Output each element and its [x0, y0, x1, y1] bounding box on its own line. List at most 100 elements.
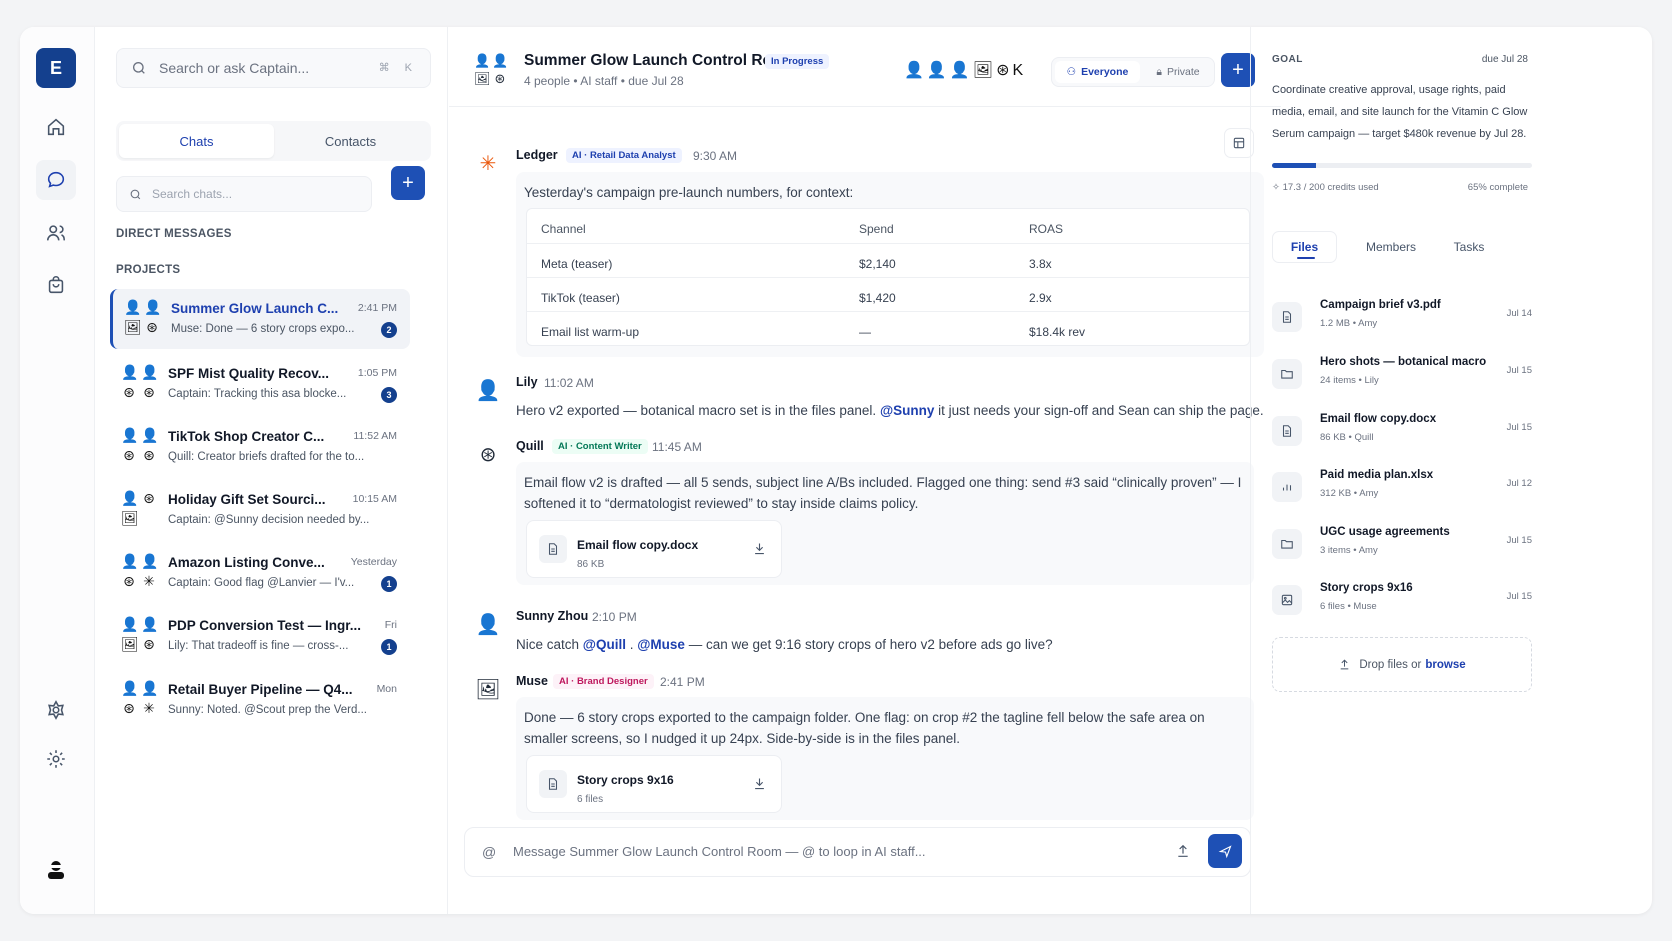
file-attachment[interactable]: Email flow copy.docx 86 KB	[526, 520, 782, 578]
mention-link[interactable]: @Muse	[637, 637, 685, 652]
download-icon[interactable]	[752, 776, 767, 797]
chat-title: TikTok Shop Creator C...	[168, 429, 325, 444]
message-composer[interactable]: @ Message Summer Glow Launch Control Roo…	[464, 827, 1251, 877]
avatar: 🖼	[121, 510, 139, 526]
file-list-item[interactable]: Email flow copy.docx 86 KB • Quill Jul 15	[1272, 412, 1532, 452]
file-name: Email flow copy.docx	[1320, 413, 1437, 425]
visibility-everyone[interactable]: ⚇ Everyone	[1055, 61, 1140, 83]
message-text-part: — can we get 9:16 story crops of hero v2…	[688, 637, 1053, 652]
chat-list-item[interactable]: 👤 👤 🖼 ⊛ Summer Glow Launch C... 2:41 PM Muse: …	[110, 289, 410, 349]
openai-icon[interactable]	[36, 690, 76, 730]
progress-fill	[1272, 163, 1317, 168]
chat-list-item[interactable]: 👤 👤 ⊛ ⊛ TikTok Shop Creator C... 11:52 AM Quil…	[110, 417, 410, 477]
home-icon[interactable]	[36, 107, 76, 147]
lock-icon: 🔒︎	[1156, 65, 1162, 78]
message-bubble: Email flow v2 is drafted — all 5 sends, …	[516, 462, 1254, 585]
file-list-item[interactable]: Story crops 9x16 6 files • Muse Jul 15	[1272, 581, 1532, 621]
tab-members[interactable]: Members	[1350, 231, 1432, 263]
col-header: Channel	[541, 222, 586, 236]
file-name: Story crops 9x16	[577, 773, 674, 787]
image-icon: 🖼	[475, 678, 501, 701]
dropzone-text: Drop files or	[1359, 658, 1422, 671]
bag-icon[interactable]	[36, 265, 76, 305]
visibility-private[interactable]: 🔒︎ Private	[1144, 61, 1212, 83]
file-date: Jul 15	[1506, 422, 1532, 433]
member-avatars[interactable]: 👤👤👤🖼⊛K	[904, 60, 1026, 80]
file-list-item[interactable]: Campaign brief v3.pdf 1.2 MB • Amy Jul 14	[1272, 298, 1532, 338]
file-date: Jul 15	[1506, 591, 1532, 602]
goal-text: Coordinate creative approval, usage righ…	[1272, 84, 1528, 140]
tab-files[interactable]: Files	[1272, 231, 1337, 263]
file-list-item[interactable]: UGC usage agreements 3 items • Amy Jul 15	[1272, 525, 1532, 565]
mention-link[interactable]: @Quill	[583, 637, 626, 652]
gear-icon[interactable]	[36, 739, 76, 779]
tab-tasks[interactable]: Tasks	[1444, 231, 1494, 263]
chat-header: 👤 👤 🖼 ⊛ Summer Glow Launch Control Room In …	[449, 27, 1281, 107]
table-cell: $2,140	[859, 257, 896, 271]
search-icon	[133, 61, 145, 74]
search-chats-input[interactable]: Search chats...	[116, 176, 372, 212]
file-name: Paid media plan.xlsx	[1320, 469, 1434, 481]
avatar: ⊛	[123, 573, 135, 589]
avatar: 👤	[121, 427, 139, 443]
chat-list-item[interactable]: 👤 👤 ⊛ ⊛ SPF Mist Quality Recov... 1:05 PM Capt…	[110, 354, 410, 414]
chat-list-item[interactable]: 👤 ⊛ 🖼 Holiday Gift Set Sourci... 10:15 AM Cap…	[110, 480, 410, 540]
layout-icon	[1233, 137, 1245, 149]
unread-badge: 3	[381, 387, 397, 403]
sunny-avatar: 👤	[475, 613, 501, 636]
doc-icon	[539, 770, 567, 798]
upload-icon[interactable]	[1175, 843, 1191, 864]
message-time: 11:45 AM	[652, 440, 702, 454]
chat-avatar-group: 👤 👤 ⊛ ✳	[121, 680, 159, 718]
file-meta: 24 items • Lily	[1320, 375, 1379, 386]
chat-icon[interactable]	[36, 160, 76, 200]
send-button[interactable]	[1208, 834, 1242, 868]
sender-name: Quill	[516, 439, 544, 453]
chat-title: PDP Conversion Test — Ingr...	[168, 618, 362, 633]
message-text: Done — 6 story crops exported to the cam…	[524, 710, 1205, 746]
folder-icon	[1272, 529, 1302, 559]
table-cell: 3.8x	[1029, 257, 1052, 271]
download-icon[interactable]	[752, 541, 767, 562]
avatar: 👤	[141, 616, 159, 632]
file-list-item[interactable]: Paid media plan.xlsx 312 KB • Amy Jul 12	[1272, 468, 1532, 508]
tab-chats[interactable]: Chats	[119, 124, 274, 158]
file-size: 86 KB	[577, 559, 605, 570]
message-text: Nice catch @Quill . @Muse — can we get 9…	[516, 634, 1053, 655]
app-window: E Search or ask Captain... ⌘ K Chats Con…	[20, 27, 1652, 914]
col-header: ROAS	[1029, 222, 1064, 236]
avatar: ⊛	[143, 636, 155, 652]
upload-icon	[1341, 659, 1349, 670]
tab-contacts[interactable]: Contacts	[273, 124, 428, 158]
avatar: ⊛	[123, 700, 135, 716]
details-tabs: Files Members Tasks	[1272, 231, 1532, 263]
avatar: ⊛	[123, 384, 135, 400]
file-name: Hero shots — botanical macro	[1320, 356, 1487, 368]
user-avatar[interactable]	[36, 849, 76, 889]
chat-avatar-group: 👤 👤 ⊛ ✳	[121, 553, 159, 591]
chat-list-item[interactable]: 👤 👤 🖼 ⊛ PDP Conversion Test — Ingr... Fri Lily…	[110, 606, 410, 666]
mention-link[interactable]: @Sunny	[880, 403, 934, 418]
chat-list-item[interactable]: 👤 👤 ⊛ ✳ Amazon Listing Conve... Yesterday Capt…	[110, 543, 410, 603]
chat-preview: Lily: That tradeoff is fine — cross-...	[168, 640, 349, 652]
mention-icon[interactable]: @	[482, 844, 496, 860]
workspace-logo[interactable]: E	[36, 48, 76, 88]
unread-badge: 1	[381, 576, 397, 592]
chat-list-item[interactable]: 👤 👤 ⊛ ✳ Retail Buyer Pipeline — Q4... Mon Sunn…	[110, 670, 410, 730]
chart-icon	[1272, 472, 1302, 502]
file-attachment[interactable]: Story crops 9x16 6 files	[526, 755, 782, 813]
avatar: 👤	[121, 490, 139, 506]
search-captain-input[interactable]: Search or ask Captain... ⌘ K	[116, 48, 431, 88]
send-icon	[1218, 844, 1232, 858]
unread-badge: 1	[381, 639, 397, 655]
browse-link[interactable]: browse	[1425, 659, 1465, 671]
everyone-label: Everyone	[1081, 66, 1129, 78]
file-list-item[interactable]: Hero shots — botanical macro 24 items • L…	[1272, 355, 1532, 395]
credits-progress-bar	[1272, 163, 1532, 168]
table-cell: TikTok (teaser)	[541, 291, 620, 305]
new-chat-button[interactable]: +	[391, 166, 425, 200]
people-icon[interactable]	[36, 213, 76, 253]
goal-due: due Jul 28	[1481, 54, 1528, 65]
message-text-part: Nice catch	[516, 637, 580, 652]
file-dropzone[interactable]: Drop files or browse	[1272, 637, 1532, 692]
